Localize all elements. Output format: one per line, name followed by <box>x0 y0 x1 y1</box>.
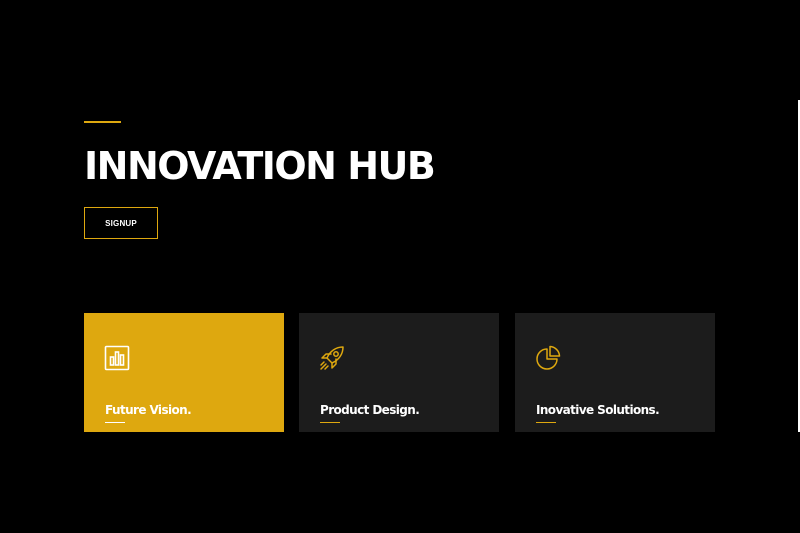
card-underline <box>536 422 556 423</box>
card-underline <box>105 422 125 423</box>
page-title: INNOVATION HUB <box>84 144 436 188</box>
pie-chart-icon <box>535 345 561 371</box>
feature-card-inovative-solutions[interactable]: Inovative Solutions. <box>515 313 715 432</box>
card-underline <box>320 422 340 423</box>
rocket-icon <box>319 345 345 371</box>
card-title: Inovative Solutions. <box>536 403 660 417</box>
hero-accent-bar <box>84 121 121 123</box>
feature-card-product-design[interactable]: Product Design. <box>299 313 499 432</box>
bar-chart-icon <box>104 345 130 371</box>
card-title: Future Vision. <box>105 403 192 417</box>
signup-button[interactable]: SIGNUP <box>84 207 158 239</box>
card-title: Product Design. <box>320 403 420 417</box>
feature-card-future-vision[interactable]: Future Vision. <box>84 313 284 432</box>
